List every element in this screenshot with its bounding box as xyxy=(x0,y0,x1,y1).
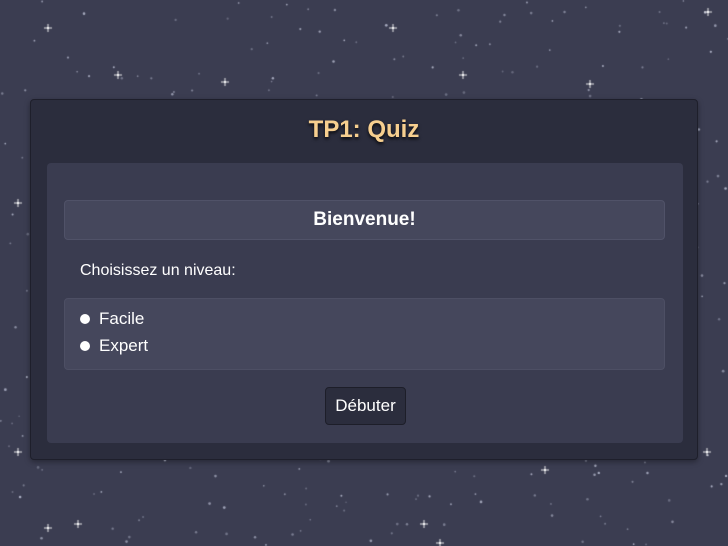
level-option-facile[interactable]: Facile xyxy=(80,309,144,329)
level-options: Facile Expert xyxy=(64,298,665,370)
level-label-facile: Facile xyxy=(99,309,145,328)
quiz-card: TP1: Quiz Bienvenue! Choisissez un nivea… xyxy=(30,99,698,460)
quiz-title: TP1: Quiz xyxy=(308,116,420,143)
quiz-panel: Bienvenue! Choisissez un niveau: Facile … xyxy=(47,163,683,443)
level-option-expert[interactable]: Expert xyxy=(80,336,148,356)
start-button[interactable]: Débuter xyxy=(325,387,406,425)
radio-button-expert[interactable] xyxy=(80,341,90,351)
level-label-expert: Expert xyxy=(99,336,149,355)
welcome-banner: Bienvenue! xyxy=(64,200,665,240)
level-prompt: Choisissez un niveau: xyxy=(80,262,236,279)
radio-button-facile[interactable] xyxy=(80,314,90,324)
